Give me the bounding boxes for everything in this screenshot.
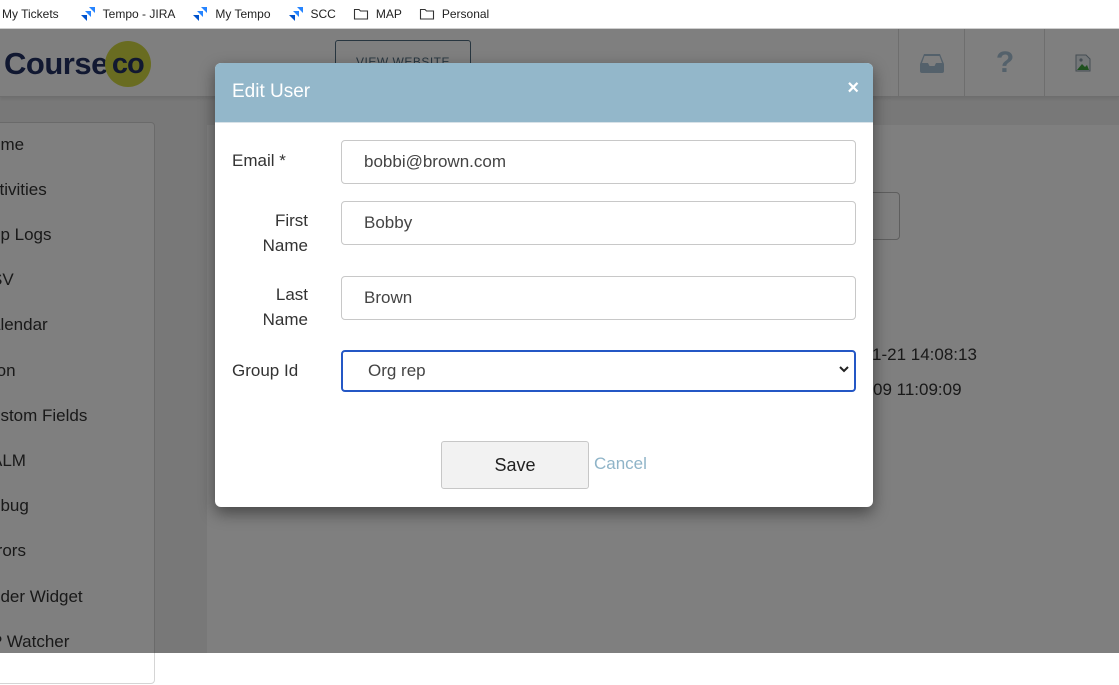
- first-name-label: First Name: [215, 208, 308, 258]
- group-id-select[interactable]: Org rep: [341, 350, 856, 392]
- chevron-down-icon: [839, 366, 849, 373]
- bookmark-tempo-jira[interactable]: Tempo - JIRA: [80, 6, 176, 22]
- last-name-label-line2: Name: [262, 310, 308, 329]
- bookmark-label: Tempo - JIRA: [102, 7, 176, 21]
- modal-header: Edit User ×: [215, 63, 873, 123]
- folder-icon: [419, 8, 434, 20]
- modal-title: Edit User: [232, 81, 311, 102]
- close-icon[interactable]: ×: [847, 78, 859, 98]
- edit-user-modal: Edit User × Email * First Name Last Name…: [215, 63, 873, 507]
- first-name-label-line1: First: [274, 211, 308, 230]
- jira-icon: [193, 7, 208, 21]
- bookmark-label: MAP: [375, 7, 402, 21]
- bookmark-my-tickets[interactable]: My Tickets: [2, 7, 59, 21]
- email-field[interactable]: [341, 140, 856, 184]
- bookmark-scc[interactable]: SCC: [288, 6, 336, 22]
- bookmark-personal[interactable]: Personal: [419, 6, 489, 22]
- cancel-link[interactable]: Cancel: [594, 454, 647, 474]
- save-button[interactable]: Save: [441, 441, 589, 489]
- bookmark-my-tempo[interactable]: My Tempo: [192, 6, 271, 22]
- first-name-label-line2: Name: [262, 236, 308, 255]
- jira-icon: [288, 7, 303, 21]
- last-name-label-line1: Last: [275, 285, 308, 304]
- bookmark-label: SCC: [310, 7, 336, 21]
- bookmarks-bar: My Tickets Tempo - JIRA My Tempo SCC MAP…: [0, 0, 1119, 29]
- last-name-field[interactable]: [341, 276, 856, 320]
- bookmark-map[interactable]: MAP: [353, 6, 402, 22]
- folder-icon: [353, 8, 368, 20]
- group-id-selected-value: Org rep: [368, 361, 426, 380]
- bookmark-label: My Tempo: [215, 7, 271, 21]
- group-id-label: Group Id: [232, 361, 299, 380]
- first-name-field[interactable]: [341, 201, 856, 245]
- bookmark-label: My Tickets: [2, 7, 59, 21]
- last-name-label: Last Name: [215, 282, 308, 332]
- jira-icon: [80, 7, 95, 21]
- bookmark-label: Personal: [441, 7, 490, 21]
- email-label: Email *: [232, 151, 286, 170]
